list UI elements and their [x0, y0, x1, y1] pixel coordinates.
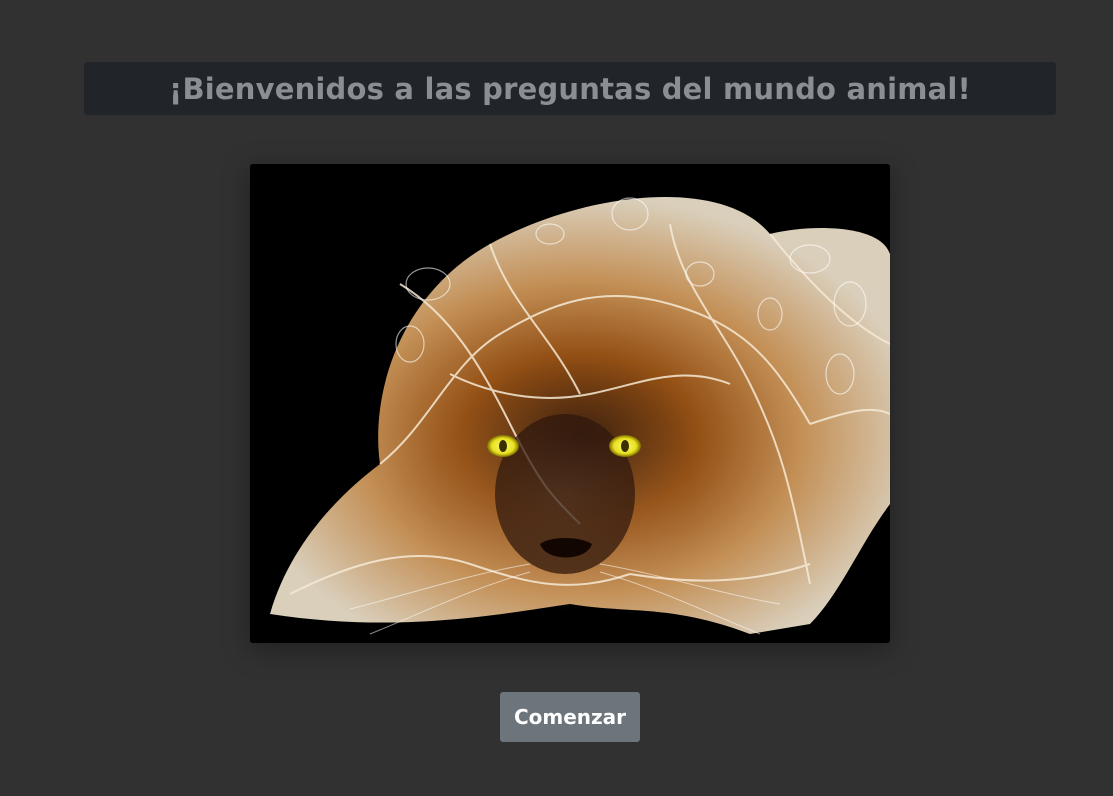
start-button[interactable]: Comenzar [500, 692, 640, 742]
title-bar: ¡Bienvenidos a las preguntas del mundo a… [84, 62, 1056, 115]
page-title: ¡Bienvenidos a las preguntas del mundo a… [169, 71, 971, 106]
hero-image [250, 164, 890, 643]
welcome-page: ¡Bienvenidos a las preguntas del mundo a… [0, 0, 1113, 796]
leopard-illustration [250, 164, 890, 643]
